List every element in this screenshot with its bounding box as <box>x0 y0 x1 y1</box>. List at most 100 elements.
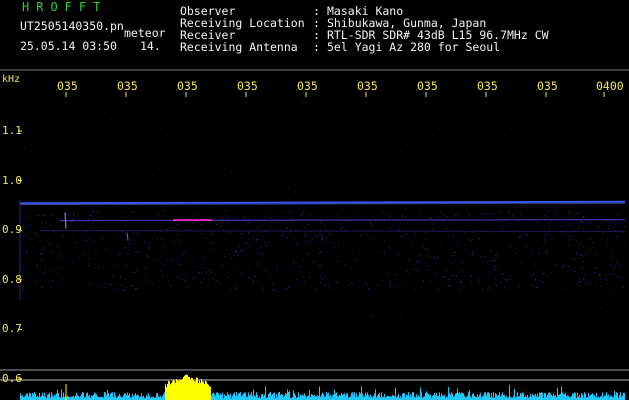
spectrum-bar <box>337 395 338 400</box>
noise-speck <box>438 140 439 142</box>
noise-speck <box>568 244 570 246</box>
noise-speck <box>101 237 103 239</box>
noise-speck <box>442 276 444 278</box>
spectrum-bar <box>25 395 26 400</box>
spectrum-bar <box>368 395 369 400</box>
spectrum-bar <box>248 392 249 400</box>
noise-speck <box>231 288 233 290</box>
noise-speck <box>169 284 171 286</box>
spectrum-bar <box>294 393 295 400</box>
noise-speck <box>319 233 321 235</box>
noise-speck <box>22 280 24 282</box>
noise-speck <box>489 273 491 275</box>
noise-speck <box>340 228 342 230</box>
noise-speck <box>480 252 482 254</box>
noise-speck <box>419 255 421 257</box>
spectrum-bar <box>22 395 23 400</box>
noise-speck <box>88 258 90 260</box>
spectrum-bar <box>224 394 225 400</box>
y-tick-label: 1.0 <box>2 174 22 187</box>
noise-speck <box>480 256 482 257</box>
noise-speck <box>140 226 142 228</box>
spectrum-bar <box>110 393 111 400</box>
noise-speck <box>618 214 620 216</box>
noise-speck <box>427 255 428 257</box>
spectrum-bar <box>589 396 590 400</box>
noise-speck <box>176 223 178 225</box>
noise-speck <box>602 175 604 177</box>
spectrum-bar <box>81 394 82 400</box>
noise-speck <box>142 257 144 259</box>
noise-speck <box>312 238 313 240</box>
noise-speck <box>322 240 324 242</box>
noise-speck <box>297 306 299 308</box>
noise-speck <box>336 215 338 217</box>
noise-speck <box>440 286 442 288</box>
spectrum-bar <box>332 395 333 400</box>
noise-speck <box>593 238 595 240</box>
noise-speck <box>533 252 535 254</box>
spectrum-bar <box>298 392 299 400</box>
noise-speck <box>167 134 168 136</box>
noise-speck <box>541 246 543 248</box>
noise-speck <box>557 285 559 287</box>
noise-speck <box>24 147 26 149</box>
noise-speck <box>539 165 541 167</box>
noise-speck <box>263 214 265 216</box>
spectrum-bar <box>57 390 58 400</box>
spectrum-bar <box>278 392 279 400</box>
noise-speck <box>452 254 454 255</box>
spectrum-bar <box>378 394 379 400</box>
noise-speck <box>393 154 394 156</box>
noise-speck <box>252 239 254 241</box>
noise-speck <box>258 253 260 255</box>
noise-speck <box>252 161 254 163</box>
spectrum-bar <box>230 393 231 400</box>
noise-speck <box>256 239 257 241</box>
noise-speck <box>332 242 334 244</box>
noise-speck <box>35 235 37 236</box>
spectrum-bar <box>601 395 602 400</box>
spectrum-bar <box>608 394 609 400</box>
noise-speck <box>48 281 49 283</box>
noise-speck <box>239 274 241 275</box>
noise-speck <box>581 122 583 124</box>
noise-speck <box>522 107 524 109</box>
spectrum-bar <box>221 394 222 400</box>
spectrum-bar <box>582 394 583 400</box>
noise-speck <box>457 279 459 281</box>
spectrum-bar <box>383 396 384 400</box>
noise-speck <box>524 278 526 280</box>
spectrum-bar <box>561 386 562 400</box>
spectrum-bar <box>153 396 154 400</box>
noise-speck <box>204 176 206 178</box>
noise-speck <box>401 215 403 217</box>
noise-speck <box>144 274 146 276</box>
noise-speck <box>388 273 390 275</box>
spectrum-bar <box>356 393 357 400</box>
noise-speck <box>310 241 312 243</box>
noise-speck <box>389 255 391 257</box>
spectrum-bar <box>162 396 163 400</box>
spectrum-bar <box>460 393 461 400</box>
spectrum-bar <box>56 393 57 400</box>
noise-speck <box>510 236 512 238</box>
spectrum-bar <box>190 379 191 400</box>
noise-speck <box>453 221 455 222</box>
noise-speck <box>285 288 287 290</box>
noise-speck <box>595 268 597 270</box>
noise-speck <box>29 224 31 226</box>
spectrum-bar <box>407 395 408 400</box>
spectrum-bar <box>532 393 533 400</box>
noise-speck <box>26 251 28 253</box>
spectrum-bar <box>300 394 301 400</box>
spectrum-bar <box>364 396 365 400</box>
noise-speck <box>395 348 397 350</box>
spectrum-bar <box>289 391 290 400</box>
noise-speck <box>286 237 288 239</box>
noise-speck <box>322 239 324 241</box>
spectrum-bar <box>495 393 496 400</box>
noise-speck <box>48 238 50 240</box>
noise-speck <box>447 236 449 238</box>
spectrum-bar <box>496 394 497 400</box>
